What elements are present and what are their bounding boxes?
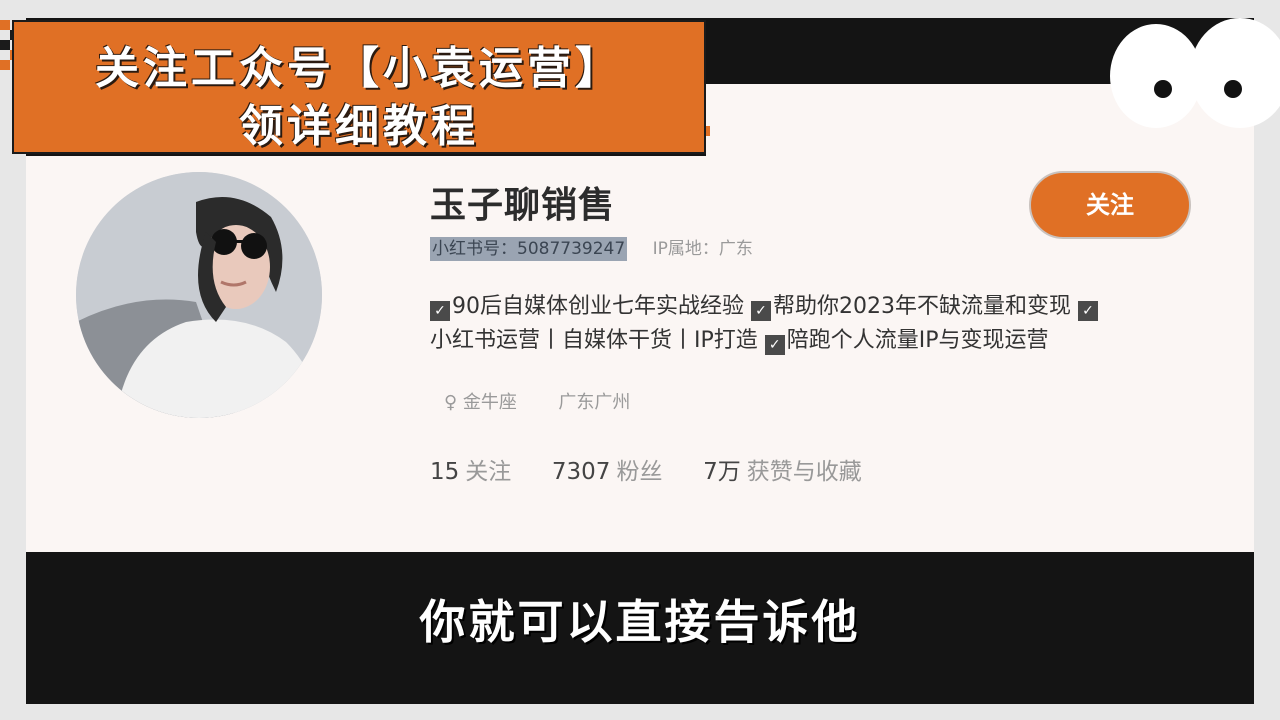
checkbox-icon: ✓ xyxy=(430,301,450,321)
follow-button[interactable]: 关注 xyxy=(1029,171,1191,239)
avatar[interactable] xyxy=(76,172,322,418)
likes-count: 7万 xyxy=(703,459,741,485)
followers-count: 7307 xyxy=(551,459,611,485)
profile-tags: ♀ 金牛座 广东广州 xyxy=(444,388,630,414)
zodiac-tag: 金牛座 xyxy=(462,392,517,413)
following-label: 关注 xyxy=(465,459,512,485)
likes-label: 获赞与收藏 xyxy=(746,459,862,485)
banner-title: 关注工众号【小袁运营】 xyxy=(95,43,623,94)
checkbox-icon: ✓ xyxy=(764,335,785,355)
ip-location: IP属地：广东 xyxy=(652,239,753,259)
following-stat[interactable]: 15 关注 xyxy=(430,459,511,485)
followers-stat[interactable]: 7307 粉丝 xyxy=(552,459,663,485)
red-id[interactable]: 小红书号：5087739247 xyxy=(430,237,628,261)
banner-subtitle: 领详细教程 xyxy=(239,101,479,152)
bio-item: 90后自媒体创业七年实战经验 xyxy=(452,294,744,319)
followers-label: 粉丝 xyxy=(616,459,663,485)
female-icon: ♀ xyxy=(444,392,458,413)
following-count: 15 xyxy=(430,459,460,485)
checkbox-icon: ✓ xyxy=(751,301,771,321)
profile-stats: 15 关注 7307 粉丝 7万 获赞与收藏 xyxy=(430,452,862,486)
profile-meta: 小红书号：5087739247 IP属地：广东 xyxy=(430,234,753,261)
bio-line-1: ✓ 90后自媒体创业七年实战经验 ✓ 帮助你2023年不缺流量和变现 ✓ xyxy=(430,288,1100,321)
video-subtitle: 你就可以直接告诉他 xyxy=(419,595,861,649)
likes-stat: 7万 获赞与收藏 xyxy=(703,459,862,485)
cartoon-eyes-decoration xyxy=(1110,18,1280,128)
bio-item: 陪跑个人流量IP与变现运营 xyxy=(786,328,1049,353)
checkbox-icon: ✓ xyxy=(1078,301,1098,321)
bio-item: 小红书运营丨自媒体干货丨IP打造 xyxy=(430,328,758,353)
bio-item: 帮助你2023年不缺流量和变现 xyxy=(773,294,1071,319)
promo-banner: 关注工众号【小袁运营】 领详细教程 xyxy=(12,20,706,154)
bio-line-2: 小红书运营丨自媒体干货丨IP打造 ✓ 陪跑个人流量IP与变现运营 xyxy=(430,322,1049,355)
profile-name: 玉子聊销售 xyxy=(430,185,616,226)
location-tag: 广东广州 xyxy=(558,392,631,413)
